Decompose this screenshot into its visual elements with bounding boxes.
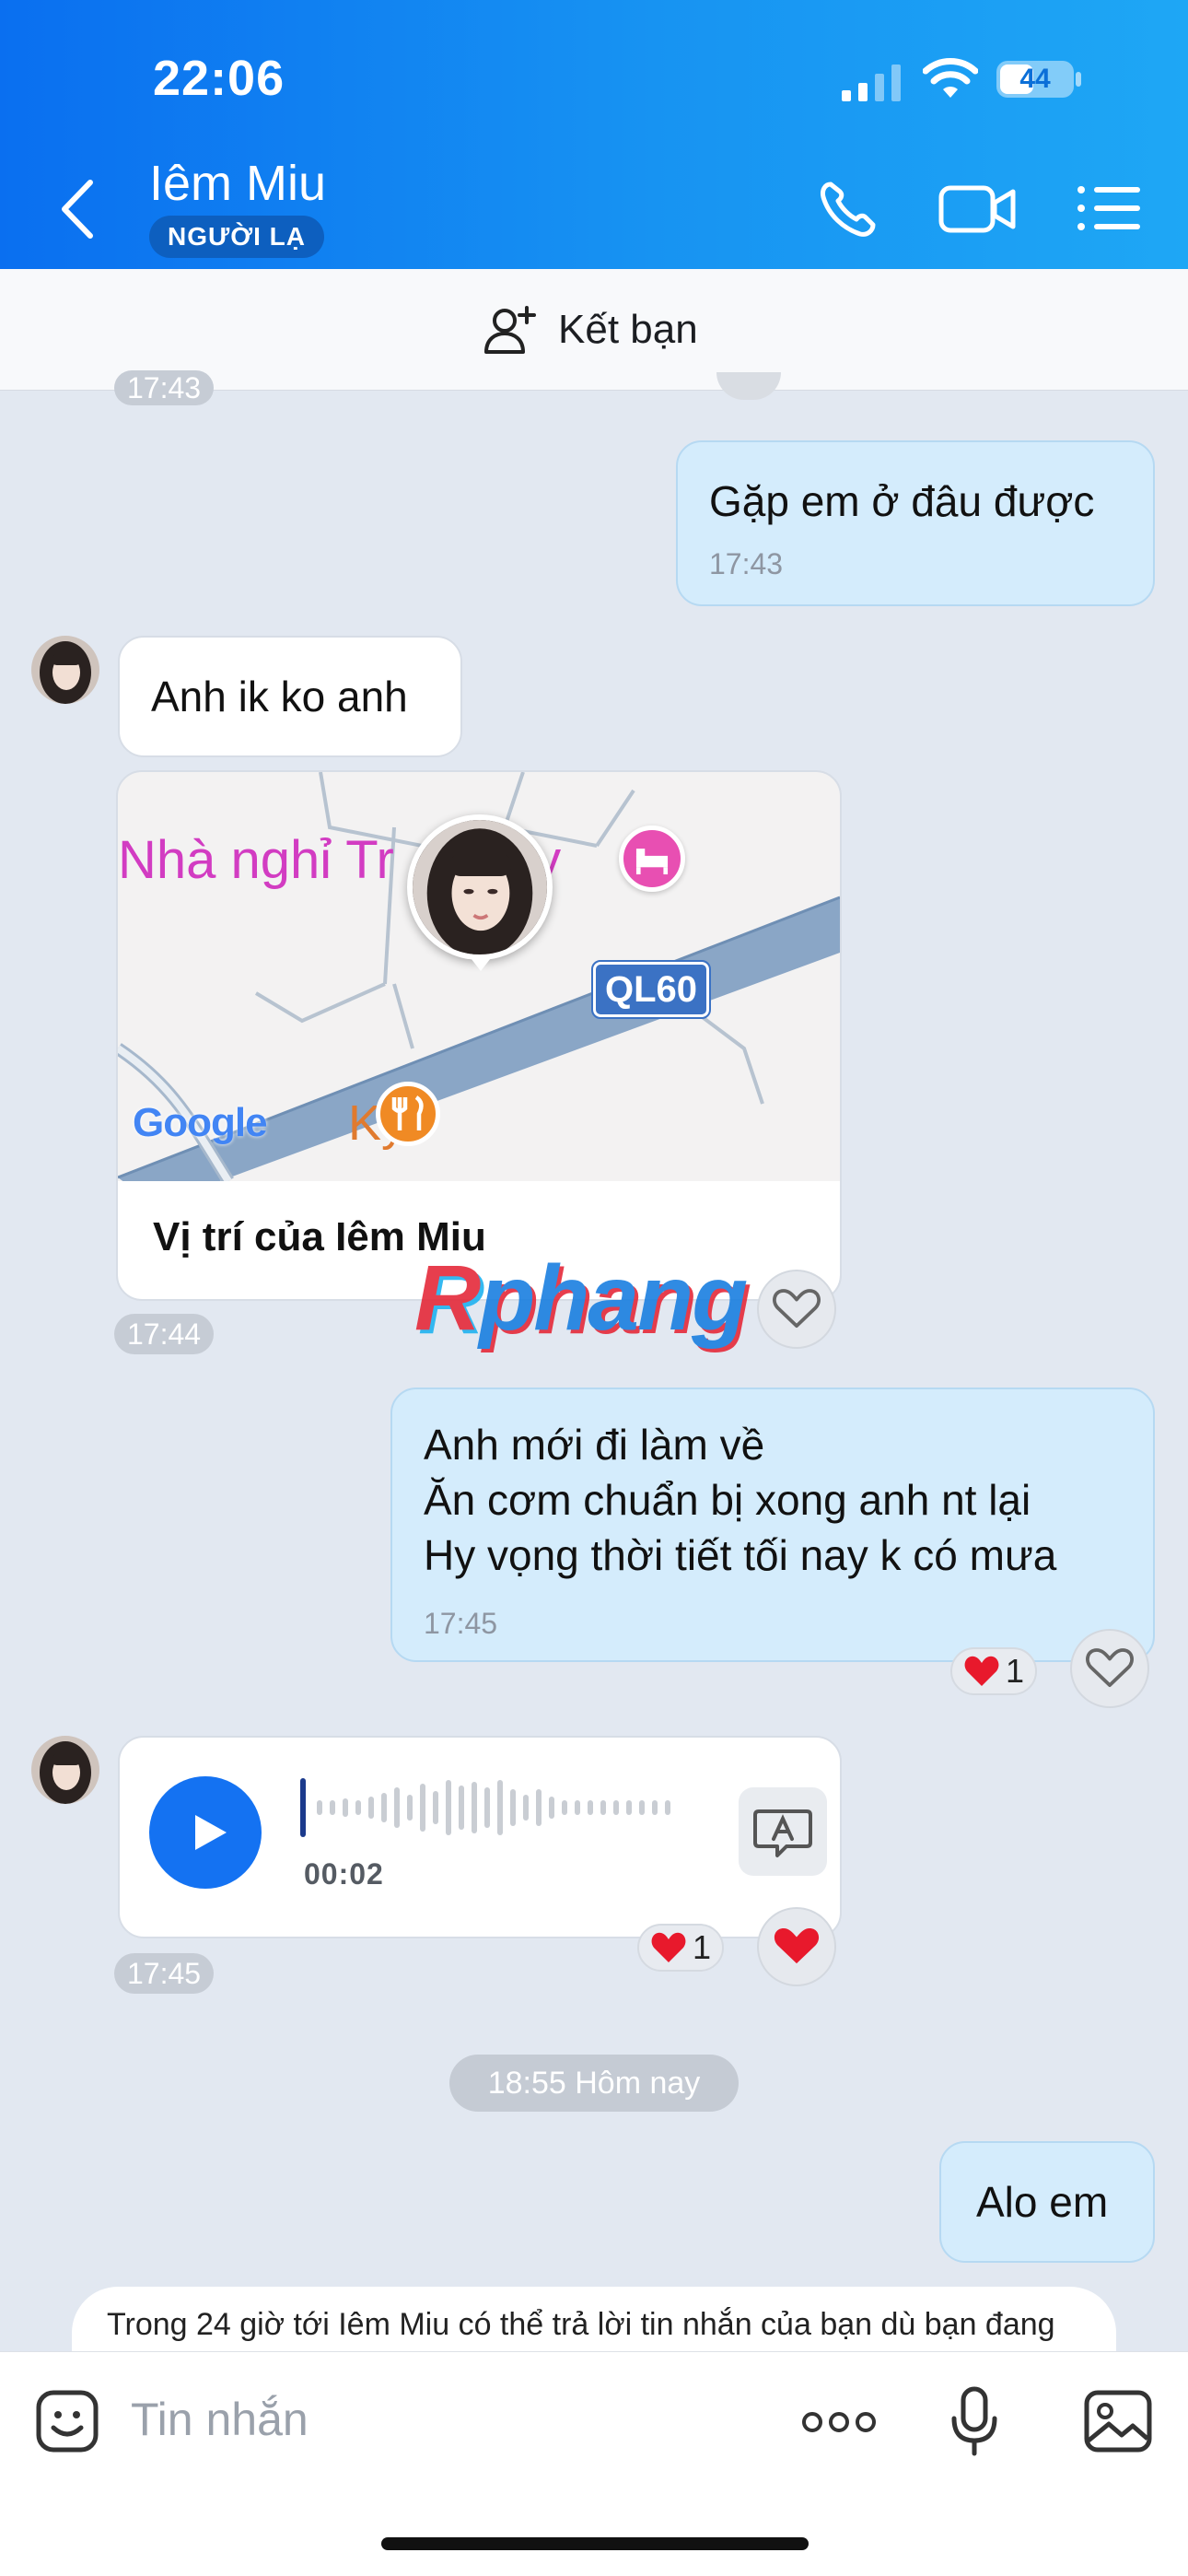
wifi-icon	[923, 58, 978, 98]
heart-reaction-button[interactable]	[1070, 1629, 1149, 1708]
message-time: 17:44	[114, 1314, 215, 1354]
speech-to-text-icon	[753, 1809, 812, 1857]
sticker-icon[interactable]	[33, 2387, 101, 2455]
message-text: Anh ik ko anh	[151, 673, 408, 720]
battery-icon: 44	[995, 59, 1083, 100]
waveform	[300, 1778, 670, 1837]
heart-reaction-button[interactable]	[757, 1270, 836, 1349]
video-camera-icon[interactable]	[938, 175, 1017, 241]
heart-reaction-button[interactable]	[757, 1907, 836, 1986]
message-time: 17:45	[424, 1607, 498, 1640]
message-text: Gặp em ở đâu được	[709, 477, 1095, 525]
heart-icon	[964, 1656, 999, 1686]
message-input[interactable]: Tin nhắn	[131, 2393, 309, 2446]
contact-name[interactable]: Iêm Miu	[149, 155, 326, 212]
add-user-icon	[484, 306, 536, 354]
transcribe-button[interactable]	[739, 1787, 827, 1876]
battery-level: 44	[1019, 64, 1051, 94]
list-menu-icon[interactable]	[1072, 175, 1146, 241]
phone-icon[interactable]	[814, 175, 888, 241]
outgoing-message[interactable]: Gặp em ở đâu được 17:43	[676, 440, 1155, 606]
reaction-count: 1	[693, 1928, 712, 1966]
message-text: Alo em	[976, 2178, 1109, 2226]
heart-icon	[651, 1932, 686, 1962]
cellular-signal-icon	[842, 64, 901, 101]
outgoing-message[interactable]: Alo em	[939, 2141, 1155, 2263]
stranger-badge: NGƯỜI LẠ	[149, 216, 324, 258]
message-time: 17:43	[114, 370, 215, 405]
chevron-left-icon[interactable]	[55, 175, 101, 243]
reaction-summary[interactable]: 1	[637, 1924, 725, 1972]
date-divider: 18:55 Hôm nay	[449, 2055, 739, 2112]
voice-message[interactable]: 00:02	[118, 1736, 842, 1938]
status-time: 22:06	[153, 51, 285, 106]
location-card	[116, 770, 842, 1301]
add-friend-label: Kết bạn	[558, 307, 698, 352]
heart-outline-icon	[773, 1289, 821, 1329]
watermark: Rphang	[414, 1247, 748, 1350]
play-button[interactable]	[149, 1776, 262, 1889]
reaction-count: 1	[1006, 1652, 1025, 1690]
heart-reaction-button[interactable]	[716, 372, 781, 400]
reaction-summary[interactable]: 1	[950, 1647, 1038, 1695]
add-friend-button[interactable]: Kết bạn	[484, 302, 698, 357]
voice-duration: 00:02	[304, 1857, 384, 1891]
message-time: 17:43	[709, 547, 784, 580]
message-text: Anh mới đi làm về Ăn cơm chuẩn bị xong a…	[424, 1421, 1057, 1579]
outgoing-message[interactable]: Anh mới đi làm về Ăn cơm chuẩn bị xong a…	[390, 1388, 1155, 1662]
incoming-message[interactable]: Anh ik ko anh	[118, 636, 462, 757]
heart-filled-icon	[774, 1927, 820, 1964]
microphone-icon[interactable]	[949, 2385, 1000, 2459]
avatar[interactable]	[31, 1736, 99, 1804]
image-icon[interactable]	[1083, 2387, 1153, 2455]
more-dots-icon[interactable]	[801, 2411, 877, 2433]
chat-header: 22:06 44 Iêm Miu NGƯỜI LẠ	[0, 0, 1188, 269]
home-indicator	[381, 2537, 809, 2550]
avatar[interactable]	[31, 636, 99, 704]
heart-outline-icon	[1086, 1648, 1134, 1688]
message-time: 17:45	[114, 1953, 215, 1994]
play-icon	[195, 1815, 227, 1850]
